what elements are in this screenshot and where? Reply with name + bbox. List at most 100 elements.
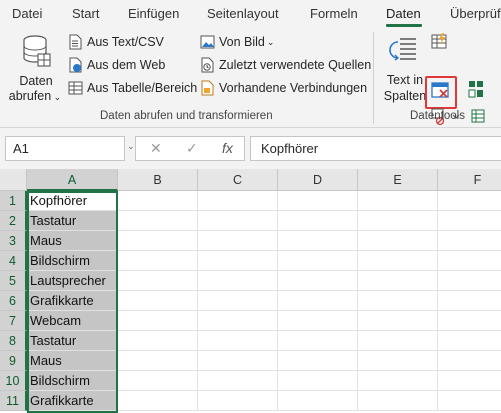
cell-empty[interactable] bbox=[438, 371, 501, 391]
cell-empty[interactable] bbox=[118, 391, 198, 411]
row-header[interactable]: 10 bbox=[0, 371, 27, 391]
cell-empty[interactable] bbox=[118, 351, 198, 371]
formula-input[interactable]: Kopfhörer bbox=[250, 136, 501, 161]
cell-a[interactable]: Grafikkarte bbox=[27, 291, 118, 311]
cell-empty[interactable] bbox=[358, 251, 438, 271]
cell-empty[interactable] bbox=[198, 211, 278, 231]
cell-empty[interactable] bbox=[358, 211, 438, 231]
name-box-dropdown-icon[interactable]: ⌄ bbox=[127, 141, 135, 152]
tab-einfuegen[interactable]: Einfügen bbox=[128, 6, 179, 21]
tab-start[interactable]: Start bbox=[72, 6, 99, 21]
row-header[interactable]: 5 bbox=[0, 271, 27, 291]
tab-seitenlayout[interactable]: Seitenlayout bbox=[207, 6, 279, 21]
tab-formeln[interactable]: Formeln bbox=[310, 6, 358, 21]
cell-empty[interactable] bbox=[278, 391, 358, 411]
cell-empty[interactable] bbox=[198, 311, 278, 331]
consolidate-icon[interactable] bbox=[468, 80, 484, 98]
cell-empty[interactable] bbox=[438, 271, 501, 291]
cell-empty[interactable] bbox=[278, 231, 358, 251]
cell-empty[interactable] bbox=[118, 291, 198, 311]
row-header[interactable]: 8 bbox=[0, 331, 27, 351]
cell-empty[interactable] bbox=[358, 351, 438, 371]
data-model-icon[interactable] bbox=[470, 108, 486, 124]
tab-ueberpruefen[interactable]: Überprüfen bbox=[450, 6, 501, 21]
row-header[interactable]: 11 bbox=[0, 391, 27, 411]
cell-empty[interactable] bbox=[438, 351, 501, 371]
cell-a[interactable]: Maus bbox=[27, 231, 118, 251]
aus-tabelle-bereich-button[interactable]: Aus Tabelle/Bereich bbox=[68, 80, 197, 96]
cell-a[interactable]: Bildschirm bbox=[27, 371, 118, 391]
column-header-e[interactable]: E bbox=[358, 169, 438, 191]
cell-empty[interactable] bbox=[358, 291, 438, 311]
cell-empty[interactable] bbox=[118, 211, 198, 231]
cell-empty[interactable] bbox=[198, 351, 278, 371]
cell-empty[interactable] bbox=[438, 191, 501, 211]
cell-empty[interactable] bbox=[358, 391, 438, 411]
column-header-c[interactable]: C bbox=[198, 169, 278, 191]
cell-empty[interactable] bbox=[198, 191, 278, 211]
cell-empty[interactable] bbox=[278, 251, 358, 271]
cell-empty[interactable] bbox=[358, 231, 438, 251]
cell-a[interactable]: Lautsprecher bbox=[27, 271, 118, 291]
cell-empty[interactable] bbox=[198, 391, 278, 411]
von-bild-button[interactable]: Von Bild ⌄ bbox=[200, 34, 274, 50]
cell-empty[interactable] bbox=[198, 231, 278, 251]
row-header[interactable]: 3 bbox=[0, 231, 27, 251]
cell-a[interactable]: Tastatur bbox=[27, 211, 118, 231]
aus-dem-web-button[interactable]: Aus dem Web bbox=[68, 57, 165, 73]
cell-empty[interactable] bbox=[438, 331, 501, 351]
cell-empty[interactable] bbox=[278, 271, 358, 291]
worksheet-grid[interactable]: A B C D E F 1 Kopfhörer 2 Tastatur 3 Maus 4 Bil… bbox=[0, 169, 501, 413]
cell-empty[interactable] bbox=[358, 331, 438, 351]
cell-empty[interactable] bbox=[438, 311, 501, 331]
column-header-b[interactable]: B bbox=[118, 169, 198, 191]
row-header[interactable]: 6 bbox=[0, 291, 27, 311]
cell-empty[interactable] bbox=[438, 211, 501, 231]
cell-empty[interactable] bbox=[118, 191, 198, 211]
column-header-f[interactable]: F bbox=[438, 169, 501, 191]
cell-empty[interactable] bbox=[198, 271, 278, 291]
tab-daten[interactable]: Daten bbox=[386, 6, 421, 21]
cell-a[interactable]: Maus bbox=[27, 351, 118, 371]
cell-empty[interactable] bbox=[118, 231, 198, 251]
cell-a[interactable]: Grafikkarte bbox=[27, 391, 118, 411]
cell-empty[interactable] bbox=[278, 291, 358, 311]
zuletzt-verwendete-quellen-button[interactable]: Zuletzt verwendete Quellen bbox=[200, 57, 371, 73]
cell-empty[interactable] bbox=[358, 311, 438, 331]
cell-empty[interactable] bbox=[278, 211, 358, 231]
column-header-a[interactable]: A bbox=[27, 169, 118, 191]
cell-empty[interactable] bbox=[358, 271, 438, 291]
cell-empty[interactable] bbox=[438, 291, 501, 311]
column-header-d[interactable]: D bbox=[278, 169, 358, 191]
cell-empty[interactable] bbox=[278, 311, 358, 331]
cell-empty[interactable] bbox=[198, 331, 278, 351]
cell-empty[interactable] bbox=[198, 251, 278, 271]
daten-abrufen-button[interactable]: Daten abrufen ⌄ bbox=[8, 32, 64, 103]
cell-empty[interactable] bbox=[118, 371, 198, 391]
cell-empty[interactable] bbox=[438, 391, 501, 411]
cell-empty[interactable] bbox=[358, 371, 438, 391]
cell-empty[interactable] bbox=[278, 371, 358, 391]
select-all-corner[interactable] bbox=[0, 169, 27, 191]
row-header[interactable]: 4 bbox=[0, 251, 27, 271]
cell-a[interactable]: Tastatur bbox=[27, 331, 118, 351]
flash-fill-icon[interactable] bbox=[431, 32, 449, 50]
row-header[interactable]: 9 bbox=[0, 351, 27, 371]
cell-empty[interactable] bbox=[118, 251, 198, 271]
cell-a[interactable]: Webcam bbox=[27, 311, 118, 331]
cell-empty[interactable] bbox=[278, 331, 358, 351]
cell-empty[interactable] bbox=[198, 291, 278, 311]
cell-empty[interactable] bbox=[278, 351, 358, 371]
cell-empty[interactable] bbox=[438, 251, 501, 271]
cell-empty[interactable] bbox=[198, 371, 278, 391]
cell-empty[interactable] bbox=[118, 311, 198, 331]
row-header[interactable]: 2 bbox=[0, 211, 27, 231]
cell-empty[interactable] bbox=[278, 191, 358, 211]
aus-text-csv-button[interactable]: Aus Text/CSV bbox=[68, 34, 164, 50]
text-in-spalten-button[interactable]: Text in Spalten bbox=[383, 32, 427, 104]
cell-empty[interactable] bbox=[438, 231, 501, 251]
confirm-icon[interactable]: ✓ bbox=[186, 140, 198, 157]
cell-empty[interactable] bbox=[358, 191, 438, 211]
row-header[interactable]: 1 bbox=[0, 191, 27, 211]
cell-a[interactable]: Bildschirm bbox=[27, 251, 118, 271]
